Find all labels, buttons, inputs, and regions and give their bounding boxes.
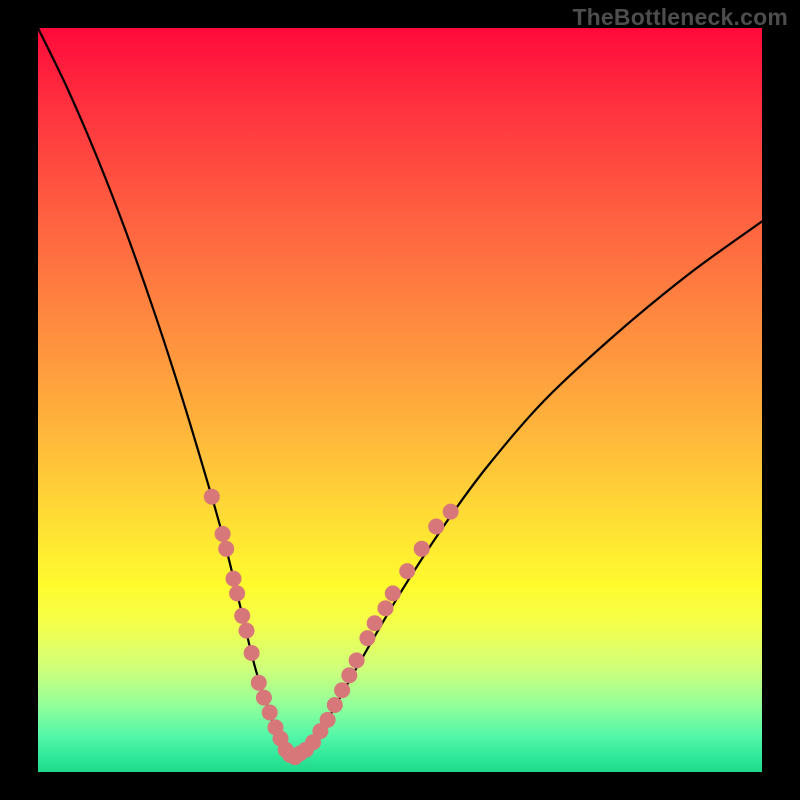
curve-marker	[226, 571, 242, 587]
curve-marker	[414, 541, 430, 557]
curve-marker	[204, 489, 220, 505]
curve-marker	[239, 623, 255, 639]
chart-frame: TheBottleneck.com	[0, 0, 800, 800]
curve-marker	[359, 630, 375, 646]
curve-marker	[399, 563, 415, 579]
watermark-text: TheBottleneck.com	[572, 4, 788, 31]
curve-marker	[349, 652, 365, 668]
curve-markers	[204, 489, 459, 765]
plot-area	[38, 28, 762, 772]
curve-marker	[244, 645, 260, 661]
curve-marker	[234, 608, 250, 624]
curve-svg	[38, 28, 762, 772]
curve-marker	[443, 504, 459, 520]
curve-marker	[320, 712, 336, 728]
curve-marker	[367, 615, 383, 631]
curve-marker	[251, 675, 267, 691]
bottleneck-curve	[38, 28, 762, 758]
curve-marker	[385, 585, 401, 601]
curve-marker	[262, 705, 278, 721]
curve-marker	[218, 541, 234, 557]
curve-marker	[428, 519, 444, 535]
curve-marker	[256, 690, 272, 706]
curve-marker	[229, 585, 245, 601]
curve-marker	[327, 697, 343, 713]
curve-marker	[334, 682, 350, 698]
curve-marker	[378, 600, 394, 616]
curve-marker	[341, 667, 357, 683]
curve-marker	[215, 526, 231, 542]
